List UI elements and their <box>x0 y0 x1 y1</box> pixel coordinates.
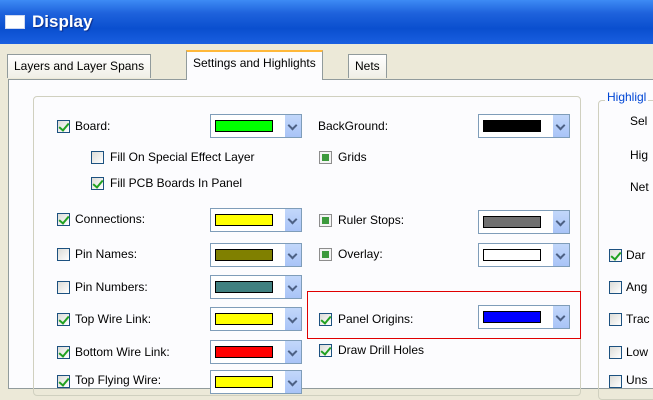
right-option-1-label: Dar <box>626 248 646 262</box>
top-flying-wire-label: Top Flying Wire: <box>75 373 162 387</box>
ruler-stops-checkbox[interactable] <box>319 214 332 227</box>
panel-origins-color-swatch <box>483 311 541 323</box>
pin-numbers-color-combo[interactable] <box>210 275 302 299</box>
pin-names-checkbox[interactable] <box>57 248 70 261</box>
tab-nets[interactable]: Nets <box>348 54 387 78</box>
right-option-4-checkbox[interactable] <box>609 346 622 359</box>
highlight-net-label: Net <box>630 180 649 194</box>
ruler-stops-color-swatch <box>483 216 541 228</box>
overlay-checkbox[interactable] <box>319 248 332 261</box>
connections-checkbox[interactable] <box>57 213 70 226</box>
board-color-swatch <box>215 120 273 132</box>
chevron-down-icon[interactable] <box>552 306 569 328</box>
background-label: BackGround: <box>318 119 389 133</box>
board-checkbox[interactable] <box>57 120 70 133</box>
chevron-down-icon[interactable] <box>284 308 301 330</box>
draw-drill-holes-label: Draw Drill Holes <box>338 343 425 357</box>
connections-color-swatch <box>215 214 273 226</box>
pin-numbers-checkbox[interactable] <box>57 281 70 294</box>
background-color-combo[interactable] <box>478 114 570 138</box>
overlay-label: Overlay: <box>338 247 383 261</box>
fill-special-effect-label: Fill On Special Effect Layer <box>110 150 255 164</box>
right-option-4-label: Low <box>626 345 649 359</box>
highlight-sel-label: Sel <box>630 114 648 128</box>
tab-bar: Layers and Layer Spans Settings and High… <box>0 44 653 80</box>
fill-special-effect-checkbox[interactable] <box>91 151 104 164</box>
overlay-color-swatch <box>483 249 541 261</box>
top-wire-link-checkbox[interactable] <box>57 313 70 326</box>
top-wire-link-color-swatch <box>215 313 273 325</box>
bottom-wire-link-color-combo[interactable] <box>210 340 302 364</box>
chevron-down-icon[interactable] <box>284 115 301 137</box>
chevron-down-icon[interactable] <box>552 244 569 266</box>
chevron-down-icon[interactable] <box>284 209 301 231</box>
bottom-wire-link-color-swatch <box>215 346 273 358</box>
display-window-icon <box>5 15 25 29</box>
right-option-1-checkbox[interactable] <box>609 249 622 262</box>
right-option-5-label: Uns <box>626 373 648 387</box>
highlight-hig-label: Hig <box>630 148 649 162</box>
ruler-stops-color-combo[interactable] <box>478 210 570 234</box>
panel-origins-checkbox[interactable] <box>319 313 332 326</box>
connections-label: Connections: <box>75 212 146 226</box>
chevron-down-icon[interactable] <box>284 341 301 363</box>
chevron-down-icon[interactable] <box>552 211 569 233</box>
chevron-down-icon[interactable] <box>284 371 301 393</box>
fill-pcb-boards-label: Fill PCB Boards In Panel <box>110 176 243 190</box>
draw-drill-holes-checkbox[interactable] <box>319 344 332 357</box>
right-option-3-label: Trac <box>626 312 650 326</box>
top-flying-wire-color-combo[interactable] <box>210 370 302 394</box>
board-label: Board: <box>75 119 111 133</box>
grids-checkbox[interactable] <box>319 151 332 164</box>
right-option-3-checkbox[interactable] <box>609 313 622 326</box>
tab-settings-and-highlights[interactable]: Settings and Highlights <box>186 50 323 80</box>
tab-layers-and-layer-spans[interactable]: Layers and Layer Spans <box>7 54 152 78</box>
pin-numbers-color-swatch <box>215 281 273 293</box>
chevron-down-icon[interactable] <box>284 244 301 266</box>
connections-color-combo[interactable] <box>210 208 302 232</box>
bottom-wire-link-label: Bottom Wire Link: <box>75 345 170 359</box>
window-titlebar[interactable]: Display <box>0 0 653 44</box>
window-title: Display <box>32 12 93 31</box>
pin-numbers-label: Pin Numbers: <box>75 280 148 294</box>
overlay-color-combo[interactable] <box>478 243 570 267</box>
panel-origins-label: Panel Origins: <box>338 312 414 326</box>
top-flying-wire-color-swatch <box>215 376 273 388</box>
pin-names-color-swatch <box>215 249 273 261</box>
top-wire-link-label: Top Wire Link: <box>75 312 152 326</box>
board-color-combo[interactable] <box>210 114 302 138</box>
bottom-wire-link-checkbox[interactable] <box>57 346 70 359</box>
highlight-group-legend: Highligl <box>605 90 649 104</box>
top-wire-link-color-combo[interactable] <box>210 307 302 331</box>
pin-names-color-combo[interactable] <box>210 243 302 267</box>
chevron-down-icon[interactable] <box>284 276 301 298</box>
pin-names-label: Pin Names: <box>75 247 138 261</box>
background-color-swatch <box>483 120 541 132</box>
grids-label: Grids <box>338 150 367 164</box>
chevron-down-icon[interactable] <box>552 115 569 137</box>
right-option-2-checkbox[interactable] <box>609 281 622 294</box>
fill-pcb-boards-checkbox[interactable] <box>91 177 104 190</box>
panel-origins-color-combo[interactable] <box>478 305 570 329</box>
ruler-stops-label: Ruler Stops: <box>338 213 405 227</box>
right-option-2-label: Ang <box>626 280 648 294</box>
